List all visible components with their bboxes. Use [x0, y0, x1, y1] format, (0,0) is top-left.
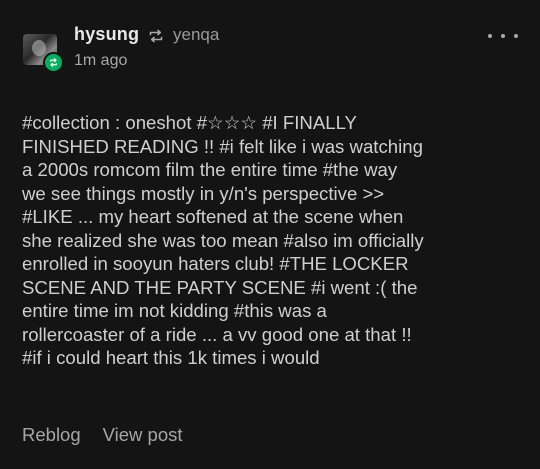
post-footer: Reblog View post — [22, 424, 183, 446]
post-header: hysung yenqa 1m ago — [0, 0, 540, 80]
tags-line: #collection : oneshot #☆☆☆ #I FINALLY — [22, 112, 357, 133]
tags-line: a 2000s romcom film the entire time #the… — [22, 159, 398, 180]
more-dots-icon — [501, 34, 505, 38]
tags-line: enrolled in sooyun haters club! #THE LOC… — [22, 253, 409, 274]
tags-line: SCENE AND THE PARTY SCENE #i went :( the — [22, 276, 418, 298]
tags-line: rollercoaster of a ride ... a vv good on… — [22, 323, 412, 345]
view-post-button[interactable]: View post — [103, 424, 183, 446]
more-options-button[interactable] — [488, 28, 518, 44]
reblog-button[interactable]: Reblog — [22, 424, 81, 446]
avatar-image — [32, 40, 46, 56]
username-link[interactable]: hysung — [74, 24, 139, 45]
timestamp[interactable]: 1m ago — [74, 52, 127, 70]
more-dots-icon — [488, 34, 492, 38]
tags-line: entire time im not kidding #this was a — [22, 300, 327, 321]
tags-line: we see things mostly in y/n's perspectiv… — [22, 182, 385, 204]
tags-line: she realized she was too mean #also im o… — [22, 229, 424, 251]
reblog-badge-icon — [43, 52, 64, 73]
tags-line: #LIKE ... my heart softened at the scene… — [22, 206, 404, 227]
post-card: hysung yenqa 1m ago #collection : onesho… — [0, 0, 540, 469]
post-tags: #collection : oneshot #☆☆☆ #I FINALLY FI… — [22, 111, 522, 370]
reblog-arrows-icon — [149, 29, 163, 43]
reblogged-from-link[interactable]: yenqa — [173, 25, 219, 45]
tags-line: FINISHED READING !! #i felt like i was w… — [22, 135, 423, 157]
more-dots-icon — [514, 34, 518, 38]
tags-line: #if i could heart this 1k times i would — [22, 347, 320, 368]
reblog-badge-glyph — [50, 58, 57, 67]
